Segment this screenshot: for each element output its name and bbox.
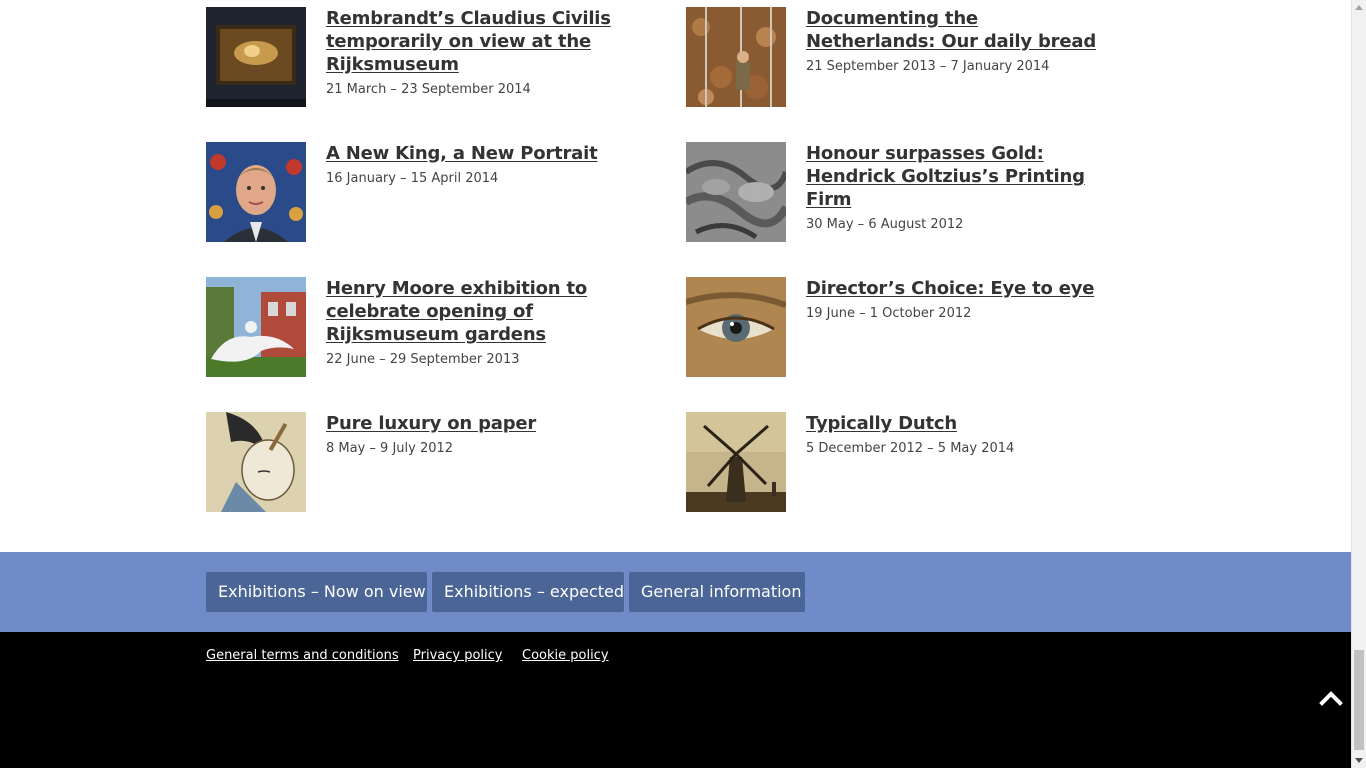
chevron-up-icon[interactable] bbox=[1318, 686, 1344, 710]
exhibition-text: Honour surpasses Gold: Hendrick Goltzius… bbox=[806, 142, 1096, 234]
exhibitions-expected-button[interactable]: Exhibitions – expected bbox=[432, 572, 624, 612]
japanese-print-thumbnail[interactable] bbox=[206, 412, 306, 512]
scroll-down-arrow-icon[interactable] bbox=[1355, 758, 1363, 763]
exhibition-dates: 22 June – 29 September 2013 bbox=[326, 352, 520, 367]
exhibition-nav-band: Exhibitions – Now on view Exhibitions – … bbox=[0, 552, 1351, 632]
exhibition-title-link[interactable]: Director’s Choice: Eye to eye bbox=[806, 277, 1096, 300]
exhibition-item[interactable]: Director’s Choice: Eye to eye 19 June – … bbox=[686, 277, 1106, 377]
exhibition-item[interactable]: Henry Moore exhibition to celebrate open… bbox=[206, 277, 626, 377]
exhibition-title-link[interactable]: Pure luxury on paper bbox=[326, 412, 616, 435]
scroll-up-arrow-icon[interactable] bbox=[1355, 5, 1363, 10]
exhibition-item[interactable]: Pure luxury on paper 8 May – 9 July 2012 bbox=[206, 412, 626, 512]
general-terms-link[interactable]: General terms and conditions bbox=[206, 647, 399, 665]
sculpture-garden-thumbnail[interactable] bbox=[206, 277, 306, 377]
king-portrait-thumbnail[interactable] bbox=[206, 142, 306, 242]
exhibition-title-link[interactable]: Rembrandt’s Claudius Civilis temporarily… bbox=[326, 7, 616, 76]
exhibition-dates: 21 September 2013 – 7 January 2014 bbox=[806, 59, 1050, 74]
exhibition-item[interactable]: Rembrandt’s Claudius Civilis temporarily… bbox=[206, 7, 626, 107]
engraving-thumbnail[interactable] bbox=[686, 142, 786, 242]
scrollbar-thumb[interactable] bbox=[1354, 650, 1364, 750]
exhibition-title-link[interactable]: Documenting the Netherlands: Our daily b… bbox=[806, 7, 1096, 53]
page: Rembrandt’s Claudius Civilis temporarily… bbox=[0, 0, 1351, 768]
exhibition-item[interactable]: Typically Dutch 5 December 2012 – 5 May … bbox=[686, 412, 1106, 512]
exhibition-dates: 8 May – 9 July 2012 bbox=[326, 441, 454, 456]
farmer-photo-thumbnail[interactable] bbox=[686, 7, 786, 107]
exhibition-item[interactable]: Documenting the Netherlands: Our daily b… bbox=[686, 7, 1106, 107]
cookie-policy-link[interactable]: Cookie policy bbox=[522, 647, 609, 665]
exhibition-title-link[interactable]: Typically Dutch bbox=[806, 412, 1096, 435]
privacy-policy-link[interactable]: Privacy policy bbox=[413, 647, 502, 665]
exhibition-dates: 19 June – 1 October 2012 bbox=[806, 306, 972, 321]
exhibition-text: Typically Dutch 5 December 2012 – 5 May … bbox=[806, 412, 1096, 458]
windmill-thumbnail[interactable] bbox=[686, 412, 786, 512]
exhibition-item[interactable]: A New King, a New Portrait 16 January – … bbox=[206, 142, 626, 242]
site-footer: General terms and conditions Privacy pol… bbox=[0, 632, 1351, 768]
framed-painting-thumbnail[interactable] bbox=[206, 7, 306, 107]
eye-detail-thumbnail[interactable] bbox=[686, 277, 786, 377]
general-information-button[interactable]: General information bbox=[629, 572, 805, 612]
exhibition-dates: 16 January – 15 April 2014 bbox=[326, 171, 499, 186]
exhibition-text: Director’s Choice: Eye to eye 19 June – … bbox=[806, 277, 1096, 323]
exhibition-text: A New King, a New Portrait 16 January – … bbox=[326, 142, 616, 188]
exhibition-title-link[interactable]: Honour surpasses Gold: Hendrick Goltzius… bbox=[806, 142, 1096, 211]
vertical-scrollbar[interactable] bbox=[1351, 0, 1366, 768]
exhibition-text: Rembrandt’s Claudius Civilis temporarily… bbox=[326, 7, 616, 99]
exhibition-item[interactable]: Honour surpasses Gold: Hendrick Goltzius… bbox=[686, 142, 1106, 242]
exhibition-dates: 5 December 2012 – 5 May 2014 bbox=[806, 441, 1015, 456]
exhibition-dates: 30 May – 6 August 2012 bbox=[806, 217, 964, 232]
exhibition-title-link[interactable]: A New King, a New Portrait bbox=[326, 142, 616, 165]
exhibition-title-link[interactable]: Henry Moore exhibition to celebrate open… bbox=[326, 277, 616, 346]
exhibition-text: Documenting the Netherlands: Our daily b… bbox=[806, 7, 1096, 76]
exhibition-text: Pure luxury on paper 8 May – 9 July 2012 bbox=[326, 412, 616, 458]
exhibitions-now-on-view-button[interactable]: Exhibitions – Now on view bbox=[206, 572, 427, 612]
exhibition-text: Henry Moore exhibition to celebrate open… bbox=[326, 277, 616, 369]
exhibition-dates: 21 March – 23 September 2014 bbox=[326, 82, 531, 97]
